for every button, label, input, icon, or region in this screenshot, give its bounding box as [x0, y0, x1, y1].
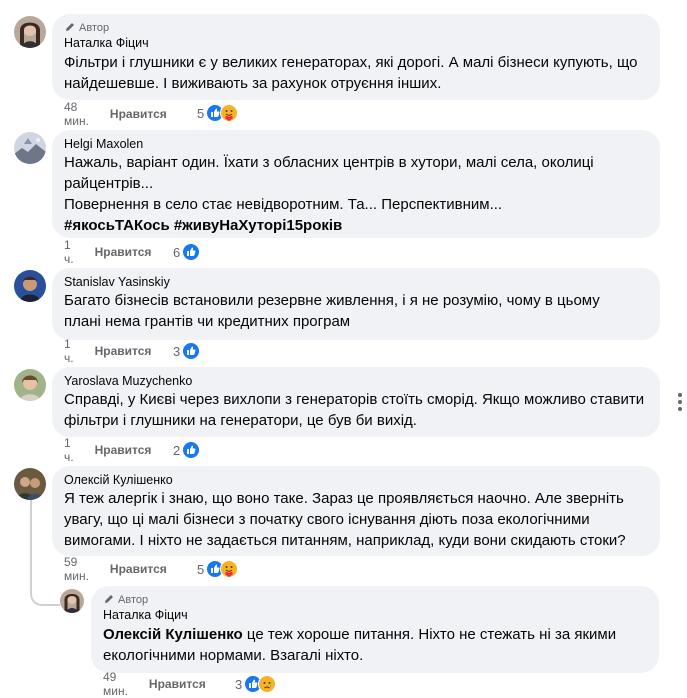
comment-text-line: Справді, у Києві через вихлопи з генерат… — [64, 391, 645, 408]
like-icon — [182, 243, 201, 261]
comment-text-line: Багато бізнесів встановили резервне живл… — [64, 292, 600, 309]
timestamp[interactable]: 49 мин. — [103, 670, 128, 698]
pen-icon — [64, 21, 76, 36]
like-button[interactable]: Нравится — [95, 344, 152, 358]
like-icon — [182, 342, 201, 360]
comment-meta: 48 мин. Нравится — [64, 100, 167, 128]
author-badge-label: Автор — [79, 22, 110, 34]
author-name[interactable]: Yaroslava Muzychenko — [64, 374, 648, 388]
comment-text: Нажаль, варіант один. Їхати з обласних ц… — [64, 152, 648, 236]
author-badge: Автор — [103, 593, 647, 607]
reaction-summary[interactable]: 5 — [197, 560, 239, 578]
comment-text-line: вимогами. І ніхто не задається питанням,… — [64, 532, 626, 549]
reaction-count: 5 — [197, 105, 205, 121]
avatar[interactable] — [14, 16, 46, 48]
comment-meta: 1 ч. Нравится — [64, 337, 152, 365]
comment-text-segment: це теж хороше питання. Ніхто не стежать … — [242, 626, 617, 643]
avatar[interactable] — [14, 369, 46, 401]
reaction-summary[interactable]: 3 — [173, 342, 201, 360]
timestamp[interactable]: 1 ч. — [64, 337, 74, 365]
reaction-summary[interactable]: 3 — [235, 675, 277, 693]
timestamp[interactable]: 1 ч. — [64, 436, 74, 464]
comment-text: Багато бізнесів встановили резервне живл… — [64, 290, 648, 332]
comment-meta: 1 ч. Нравится — [64, 436, 152, 464]
author-name[interactable]: Helgi Maxolen — [64, 137, 648, 151]
comment-text-line: екологічними нормами. Взагалі ніхто. — [103, 647, 364, 664]
comment-text: Олексій Кулішенко це теж хороше питання.… — [103, 624, 647, 666]
avatar[interactable] — [14, 132, 46, 164]
reply-thread-line — [30, 500, 60, 606]
like-button[interactable]: Нравится — [95, 245, 152, 259]
author-name[interactable]: Stanislav Yasinskiy — [64, 275, 648, 289]
comment-text-line: Олексій Кулішенко це теж хороше питання.… — [103, 624, 647, 645]
comment-meta: 59 мин. Нравится — [64, 555, 167, 583]
timestamp[interactable]: 59 мин. — [64, 555, 89, 583]
more-options-icon[interactable] — [673, 392, 687, 412]
comment-text: Фільтри і глушники є у великих генератор… — [64, 52, 648, 94]
comment-text-line: фільтри і глушники на генератори, це був… — [64, 412, 417, 429]
comment-bubble: Олексій Кулішенко Я теж алергік і знаю, … — [52, 466, 660, 556]
comment-bubble: Автор Наталка Фіцич Фільтри і глушники є… — [52, 14, 660, 100]
comment-bubble: Stanislav Yasinskiy Багато бізнесів вста… — [52, 268, 660, 340]
author-name[interactable]: Наталка Фіцич — [64, 36, 648, 50]
timestamp[interactable]: 1 ч. — [64, 238, 74, 266]
author-badge-label: Автор — [118, 594, 149, 606]
comment-text-line: Нажаль, варіант один. Їхати з обласних ц… — [64, 154, 594, 171]
comment-bubble: Yaroslava Muzychenko Справді, у Києві че… — [52, 367, 660, 437]
reaction-summary[interactable]: 2 — [173, 441, 201, 459]
timestamp[interactable]: 48 мин. — [64, 100, 89, 128]
comment-text-line: найдешевше. І виживають за рахунок отрує… — [64, 75, 442, 92]
reaction-summary[interactable]: 5 — [197, 104, 239, 122]
hashtags[interactable]: #якосьТАКось #живуНаХуторі15років — [64, 215, 648, 236]
comment-text: Справді, у Києві через вихлопи з генерат… — [64, 389, 648, 431]
like-button[interactable]: Нравится — [110, 562, 167, 576]
reaction-count: 5 — [197, 561, 205, 577]
author-name[interactable]: Наталка Фіцич — [103, 608, 647, 622]
comment-text-line: плані нема грантів чи кредитних програм — [64, 313, 351, 330]
reaction-count: 3 — [173, 343, 181, 359]
avatar[interactable] — [14, 270, 46, 302]
like-button[interactable]: Нравится — [110, 107, 167, 121]
comment-meta: 49 мин. Нравится — [103, 670, 206, 698]
comment-meta: 1 ч. Нравится — [64, 238, 152, 266]
mention-link[interactable]: Олексій Кулішенко — [103, 626, 243, 643]
avatar[interactable] — [14, 468, 46, 500]
comment-text-line: Повернення в село стає невідворотним. Та… — [64, 196, 503, 213]
like-icon — [182, 441, 201, 459]
like-button[interactable]: Нравится — [149, 677, 206, 691]
comment-text-line: Я теж алергік і знаю, що воно таке. Зара… — [64, 490, 624, 507]
comment-bubble: Helgi Maxolen Нажаль, варіант один. Їхат… — [52, 130, 660, 238]
author-name[interactable]: Олексій Кулішенко — [64, 473, 648, 487]
comment-text-line: увагу, що ці малі бізнеси з початку свог… — [64, 511, 590, 528]
avatar[interactable] — [60, 589, 84, 613]
care-icon — [220, 560, 239, 578]
comment-bubble: Автор Наталка Фіцич Олексій Кулішенко це… — [91, 586, 659, 673]
comment-text-line: райцентрів... — [64, 175, 154, 192]
reaction-count: 3 — [235, 676, 243, 692]
pen-icon — [103, 593, 115, 608]
reaction-count: 6 — [173, 244, 181, 260]
author-badge: Автор — [64, 21, 648, 35]
like-button[interactable]: Нравится — [95, 443, 152, 457]
reaction-count: 2 — [173, 442, 181, 458]
reaction-summary[interactable]: 6 — [173, 243, 201, 261]
comment-text-line: Фільтри і глушники є у великих генератор… — [64, 54, 638, 71]
sad-icon — [258, 675, 277, 693]
comment-text: Я теж алергік і знаю, що воно таке. Зара… — [64, 488, 648, 551]
care-icon — [220, 104, 239, 122]
